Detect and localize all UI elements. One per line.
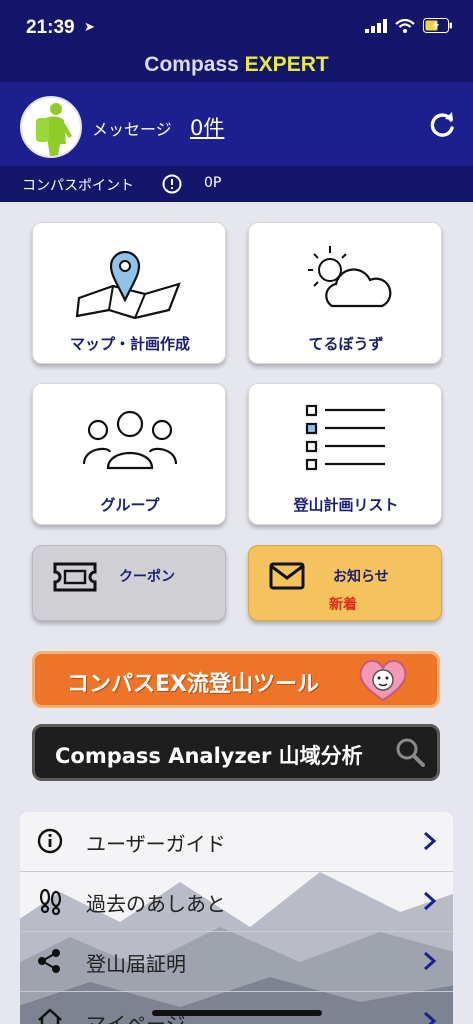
message-count-link[interactable]: 0件 — [190, 112, 224, 142]
coupon-label: クーポン — [119, 569, 175, 585]
tile-map-plan[interactable]: マップ・計画作成 — [32, 222, 226, 364]
refresh-icon[interactable] — [427, 110, 457, 140]
menu-item-past-footprints[interactable]: 過去のあしあと — [20, 872, 453, 932]
info-icon[interactable] — [162, 174, 182, 194]
wifi-icon — [395, 18, 415, 33]
battery-icon — [423, 18, 452, 33]
tile-teruboz[interactable]: てるぼうず — [248, 222, 442, 364]
avatar[interactable] — [20, 96, 82, 158]
chevron-right-icon — [424, 951, 437, 971]
footprints-icon — [39, 888, 62, 915]
tile-group[interactable]: グループ — [32, 383, 226, 525]
menu-item-label: 登山届証明 — [86, 952, 186, 976]
status-indicators — [365, 18, 453, 33]
new-badge: 新着 — [329, 597, 357, 613]
menu-item-my-page[interactable]: マイページ — [20, 992, 453, 1024]
menu-item-label: 過去のあしあと — [86, 892, 226, 916]
heart-mascot-icon — [359, 660, 407, 702]
ticket-icon — [53, 562, 97, 592]
share-icon — [38, 949, 60, 973]
status-time: 21:39 — [26, 17, 75, 38]
map-pin-icon — [75, 250, 181, 320]
compass-ex-tool-banner[interactable]: コンパスEX流登山ツール — [32, 651, 440, 708]
app-name: Compass — [144, 53, 239, 76]
weather-icon — [308, 246, 392, 308]
message-label: メッセージ — [92, 120, 172, 139]
app-title: Compass EXPERT — [0, 53, 473, 77]
list-icon — [305, 404, 385, 471]
app-edition: EXPERT — [244, 53, 329, 76]
profile-bar: メッセージ 0件 — [0, 82, 473, 166]
points-label: コンパスポイント — [22, 178, 134, 194]
hiker-avatar-icon — [36, 103, 72, 156]
signal-icon — [365, 18, 387, 33]
compass-points-bar: コンパスポイント 0P — [0, 166, 473, 202]
home-icon — [38, 1008, 62, 1024]
tile-label: グループ — [100, 496, 160, 514]
chevron-right-icon — [424, 831, 437, 851]
banner-analyzer-label: Compass Analyzer 山域分析 — [55, 744, 363, 768]
tile-label: 登山計画リスト — [293, 496, 399, 514]
menu-item-user-guide[interactable]: ユーザーガイド — [20, 812, 453, 872]
tile-label: マップ・計画作成 — [69, 335, 190, 353]
menu-item-climbing-certificate[interactable]: 登山届証明 — [20, 932, 453, 992]
tile-plan-list[interactable]: 登山計画リスト — [248, 383, 442, 525]
tile-label: てるぼうず — [308, 335, 384, 353]
points-value: 0P — [204, 175, 222, 191]
menu-item-label: ユーザーガイド — [86, 832, 226, 856]
app-header: 21:39 ➤ Compass EXPERT — [0, 0, 473, 82]
coupon-button[interactable]: クーポン — [32, 545, 226, 621]
menu-list: ユーザーガイド 過去のあしあと 登山届証明 マイページ — [20, 812, 453, 1024]
chevron-right-icon — [424, 1011, 437, 1024]
info-icon — [37, 828, 63, 854]
notice-label: お知らせ — [333, 569, 389, 585]
home-indicator[interactable] — [152, 1010, 322, 1016]
group-icon — [82, 410, 178, 470]
banner-tool-label: コンパスEX流登山ツール — [67, 672, 319, 697]
envelope-icon — [269, 562, 305, 590]
location-arrow-icon: ➤ — [84, 20, 95, 35]
chevron-right-icon — [424, 891, 437, 911]
compass-analyzer-banner[interactable]: Compass Analyzer 山域分析 — [32, 724, 440, 781]
notice-button[interactable]: お知らせ 新着 — [248, 545, 442, 621]
search-icon — [396, 738, 425, 767]
